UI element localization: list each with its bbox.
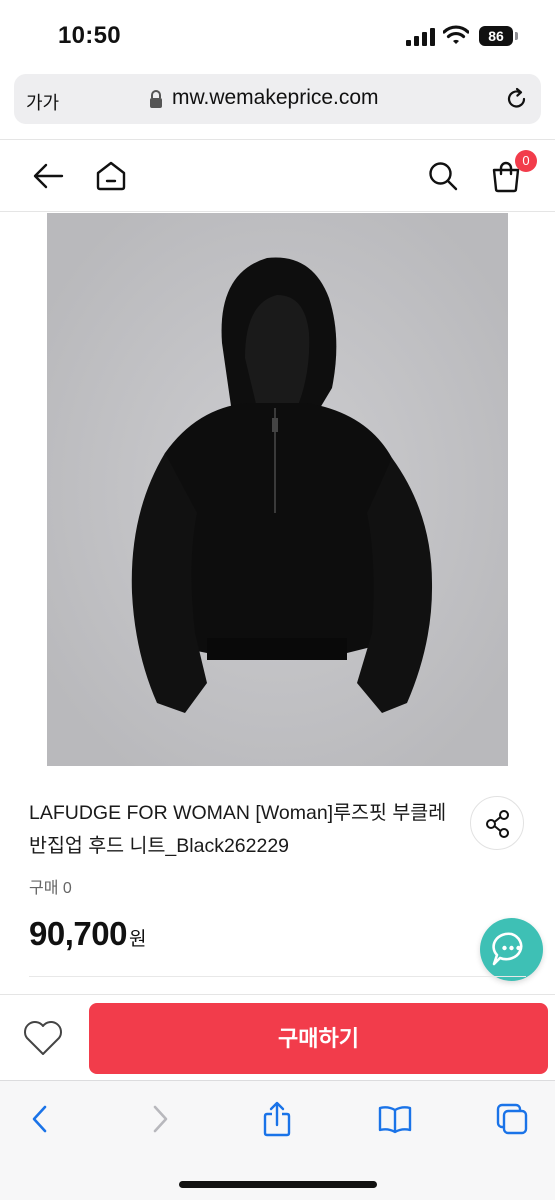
share-icon (486, 810, 509, 838)
url-text[interactable]: mw.wemakeprice.com (172, 86, 379, 110)
cart-count-badge: 0 (515, 150, 537, 172)
battery-indicator: 86 (479, 26, 521, 46)
buy-button[interactable]: 구매하기 (89, 1003, 548, 1074)
search-button[interactable] (424, 157, 462, 195)
safari-forward-icon (153, 1105, 168, 1133)
bookmarks-icon (378, 1106, 412, 1134)
product-image[interactable] (47, 213, 508, 766)
lock-icon (150, 90, 162, 108)
chat-icon (492, 932, 523, 966)
battery-tip (515, 32, 518, 40)
text-size-button[interactable]: 가가 (26, 89, 59, 115)
divider (29, 976, 526, 977)
safari-back-button[interactable] (22, 1101, 58, 1137)
hoodie-illustration (47, 213, 508, 766)
back-button[interactable] (29, 157, 67, 195)
safari-forward-button[interactable] (142, 1101, 178, 1137)
wishlist-button[interactable] (22, 1019, 64, 1057)
price: 90,700 원 (29, 915, 146, 953)
purchase-count: 구매 0 (29, 880, 72, 897)
product-title: LAFUDGE FOR WOMAN [Woman]루즈핏 부클레 반집업 후드 … (29, 802, 447, 857)
safari-share-icon (263, 1101, 291, 1137)
search-icon (429, 162, 458, 191)
status-time: 10:50 (58, 22, 121, 49)
tabs-icon (496, 1103, 528, 1135)
tabs-button[interactable] (494, 1101, 530, 1137)
safari-share-button[interactable] (259, 1101, 295, 1137)
safari-back-icon (32, 1105, 47, 1133)
back-arrow-icon (33, 163, 64, 189)
status-bar: 10:50 86 (0, 0, 555, 70)
reload-icon[interactable] (504, 86, 530, 112)
address-bar[interactable]: 가가 mw.wemakeprice.com (14, 74, 541, 124)
battery-level: 86 (479, 26, 513, 46)
app-header (0, 140, 555, 212)
cellular-signal-icon (406, 28, 435, 46)
bookmarks-button[interactable] (377, 1101, 413, 1137)
wifi-icon (443, 25, 469, 44)
chat-button[interactable] (480, 918, 543, 981)
home-button[interactable] (92, 157, 130, 195)
price-currency: 원 (128, 929, 147, 950)
home-icon (96, 161, 126, 191)
heart-icon (24, 1021, 62, 1055)
price-value: 90,700 (29, 915, 127, 952)
share-button[interactable] (470, 796, 524, 850)
home-indicator (179, 1181, 377, 1188)
